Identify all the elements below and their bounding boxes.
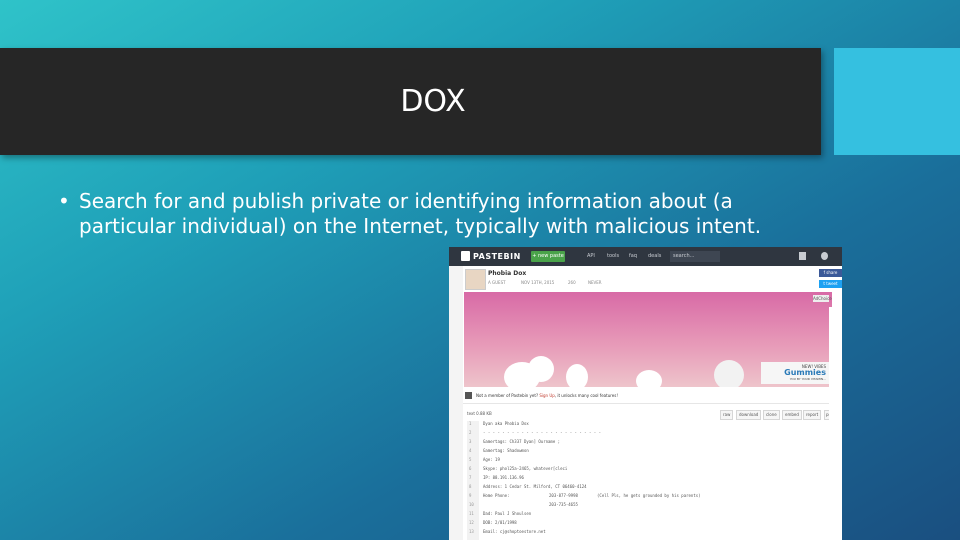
ad-brand-name: Gummies [784, 368, 826, 377]
line-number: 12 [469, 520, 474, 525]
cloud-shape [636, 370, 662, 387]
line-number: 8 [469, 484, 472, 489]
line-note: (Cell Pls, he gets grounded by his paren… [597, 493, 701, 498]
slide-title: DOX [400, 84, 466, 119]
search-input[interactable]: search... [670, 251, 720, 262]
line-text: DOB: 2/01/1998 [483, 520, 517, 525]
share-twitter-button[interactable]: t tweet [819, 280, 842, 288]
share-facebook-button[interactable]: f share [819, 269, 842, 277]
left-gutter [449, 266, 463, 540]
line-number: 13 [469, 529, 474, 534]
bullet-text: Search for and publish private or identi… [79, 189, 762, 238]
line-number: 6 [469, 466, 472, 471]
bullet-item: • Search for and publish private or iden… [58, 189, 803, 239]
line-text: Address: 1 Cedar St. Milford, CT 06460-4… [483, 484, 587, 489]
ad-choices-button[interactable]: AdChoices [813, 295, 832, 302]
ad-brand-bottom: YOU BY YOUR VITAMIN... [789, 377, 826, 381]
cloud-shape [528, 356, 554, 382]
signup-notice: Not a member of Pastebin yet? Sign Up, i… [463, 389, 829, 404]
line-text: IP: 88.191.136.96 [483, 475, 524, 480]
paste-icon[interactable] [799, 252, 806, 260]
code-line: 4 Gamertag: Shadowmon [467, 448, 829, 457]
line-number: 9 [469, 493, 472, 498]
embed-button[interactable]: embed [782, 410, 802, 420]
nav-tools[interactable]: tools [607, 253, 619, 259]
ad-brand[interactable]: NEW! VIBES Gummies YOU BY YOUR VITAMIN..… [761, 362, 829, 384]
nav-faq[interactable]: faq [629, 253, 637, 259]
info-icon [465, 392, 472, 399]
line-number: 7 [469, 475, 472, 480]
ad-banner[interactable]: AdChoices NEW! VIBES Gummies YOU BY YOUR… [464, 292, 832, 387]
line-text: Email: cj@shoptoestore.net [483, 529, 546, 534]
avatar [465, 269, 486, 290]
code-line: 3 Gamertags: Ch337 Dyan] Ourname ; [467, 439, 829, 448]
notice-suffix: , it unlocks many cool features! [554, 393, 618, 398]
notice-text: Not a member of Pastebin yet? Sign Up, i… [476, 393, 618, 398]
line-number: 1 [469, 421, 472, 426]
code-line: 8 Address: 1 Cedar St. Milford, CT 06460-… [467, 484, 829, 493]
bullet-dot: • [58, 189, 70, 213]
line-text: Dad: Paul J Shoulsen [483, 511, 532, 516]
raw-button[interactable]: raw [720, 410, 734, 420]
code-line: 5 Age: 19 [467, 457, 829, 466]
paste-code: 1 Dyan aka Phobia Dox 2 - - - - - - - - - -… [467, 421, 829, 540]
user-icon[interactable] [821, 252, 828, 260]
pastebin-logo[interactable]: PASTEBIN [461, 251, 521, 261]
paste-toolbar: text 0.88 KB raw download clone embed re… [467, 410, 838, 420]
paste-expiry: NEVER [588, 280, 602, 285]
nav-deals[interactable]: deals [648, 253, 661, 259]
line-text: Home Phone: [483, 493, 510, 498]
line-value: 203-735-4655 [549, 502, 578, 507]
pastebin-header: PASTEBIN + new paste API tools faq deals… [449, 247, 842, 266]
clipboard-icon [461, 251, 470, 261]
code-line: 13 Email: cj@shoptoestore.net [467, 529, 829, 538]
line-text: - - - - - - - - - - - - - - - - - - - - … [483, 430, 602, 435]
signup-link[interactable]: Sign Up [539, 393, 554, 398]
code-line: 6 Skype: phol25a-2465, whatever[cleci [467, 466, 829, 475]
paste-date: NOV 13TH, 2015 [521, 280, 555, 285]
line-text: Gamertags: Ch337 Dyan] Ourname ; [483, 439, 561, 444]
title-bar: DOX [0, 48, 821, 155]
paste-info: Phobia Dox A GUEST NOV 13TH, 2015 260 NE… [463, 266, 829, 292]
download-button[interactable]: download [736, 410, 762, 420]
logo-text: PASTEBIN [473, 252, 521, 261]
paste-author: A GUEST [488, 280, 506, 285]
code-line: 7 IP: 88.191.136.96 [467, 475, 829, 484]
paste-title: Phobia Dox [488, 270, 527, 277]
line-number: 5 [469, 457, 472, 462]
clone-button[interactable]: clone [763, 410, 780, 420]
paste-views: 260 [568, 280, 576, 285]
code-line: 11 Dad: Paul J Shoulsen [467, 511, 829, 520]
line-text: Skype: phol25a-2465, whatever[cleci [483, 466, 568, 471]
paste-size: text 0.88 KB [467, 411, 492, 416]
line-text: Age: 19 [483, 457, 500, 462]
line-value: 203-877-9998 [549, 493, 578, 498]
notice-prefix: Not a member of Pastebin yet? [476, 393, 540, 398]
nav-api[interactable]: API [587, 253, 595, 259]
cloud-shape [566, 364, 588, 387]
right-gutter [829, 307, 842, 540]
code-line: 9 Home Phone: 203-877-9998 (Cell Pls, he ge… [467, 493, 829, 502]
line-text: Gamertag: Shadowmon [483, 448, 529, 453]
line-number: 2 [469, 430, 472, 435]
code-line: 10 203-735-4655 [467, 502, 829, 511]
report-button[interactable]: report [803, 410, 822, 420]
line-number: 11 [469, 511, 474, 516]
line-text: Dyan aka Phobia Dox [483, 421, 529, 426]
line-number: 4 [469, 448, 472, 453]
code-line: 1 Dyan aka Phobia Dox [467, 421, 829, 430]
pastebin-screenshot: PASTEBIN + new paste API tools faq deals… [449, 247, 842, 540]
line-number: 10 [469, 502, 474, 507]
code-line: 12 DOB: 2/01/1998 [467, 520, 829, 529]
accent-block [834, 48, 960, 155]
line-number: 3 [469, 439, 472, 444]
code-line: 2 - - - - - - - - - - - - - - - - - - - -… [467, 430, 829, 439]
cupcake-shape [714, 360, 744, 387]
new-paste-button[interactable]: + new paste [531, 251, 565, 262]
